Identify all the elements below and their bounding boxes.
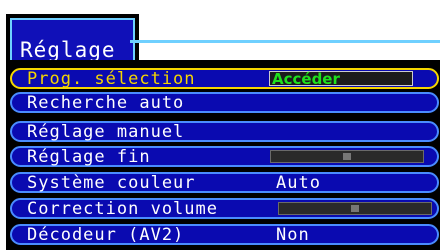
access-button[interactable]: Accéder <box>269 70 413 88</box>
volume-correction-slider-knob[interactable] <box>351 205 359 212</box>
menu-item-label: Réglage manuel <box>27 122 185 142</box>
menu-item-systeme-couleur[interactable]: Système couleur Auto <box>10 172 439 193</box>
menu-item-value: Auto <box>276 173 321 193</box>
menu-item-label: Système couleur <box>27 173 196 193</box>
volume-correction-slider[interactable] <box>278 202 432 215</box>
menu-item-decodeur-av2[interactable]: Décodeur (AV2) Non <box>10 224 439 245</box>
osd-menu: Réglage Prog. sélection Accéder Recherch… <box>0 0 440 250</box>
menu-item-label: Recherche auto <box>27 93 185 113</box>
title-tab: Réglage <box>6 14 139 62</box>
menu-item-correction-volume[interactable]: Correction volume <box>10 198 439 219</box>
access-label: Accéder <box>272 70 340 88</box>
menu-item-reglage-manuel[interactable]: Réglage manuel <box>10 121 439 142</box>
fine-tune-slider[interactable] <box>270 150 424 163</box>
menu-item-label: Correction volume <box>27 199 218 219</box>
menu-item-label: Réglage fin <box>27 147 151 167</box>
menu-item-prog-selection[interactable]: Prog. sélection Accéder <box>10 68 439 89</box>
page-title: Réglage <box>20 38 116 62</box>
menu-item-label: Prog. sélection <box>27 69 196 89</box>
menu-item-recherche-auto[interactable]: Recherche auto <box>10 92 439 113</box>
menu-item-value: Non <box>276 225 310 245</box>
panel-top-border <box>130 40 440 43</box>
menu-item-label: Décodeur (AV2) <box>27 225 185 245</box>
menu-item-reglage-fin[interactable]: Réglage fin <box>10 146 439 167</box>
fine-tune-slider-knob[interactable] <box>343 153 351 160</box>
